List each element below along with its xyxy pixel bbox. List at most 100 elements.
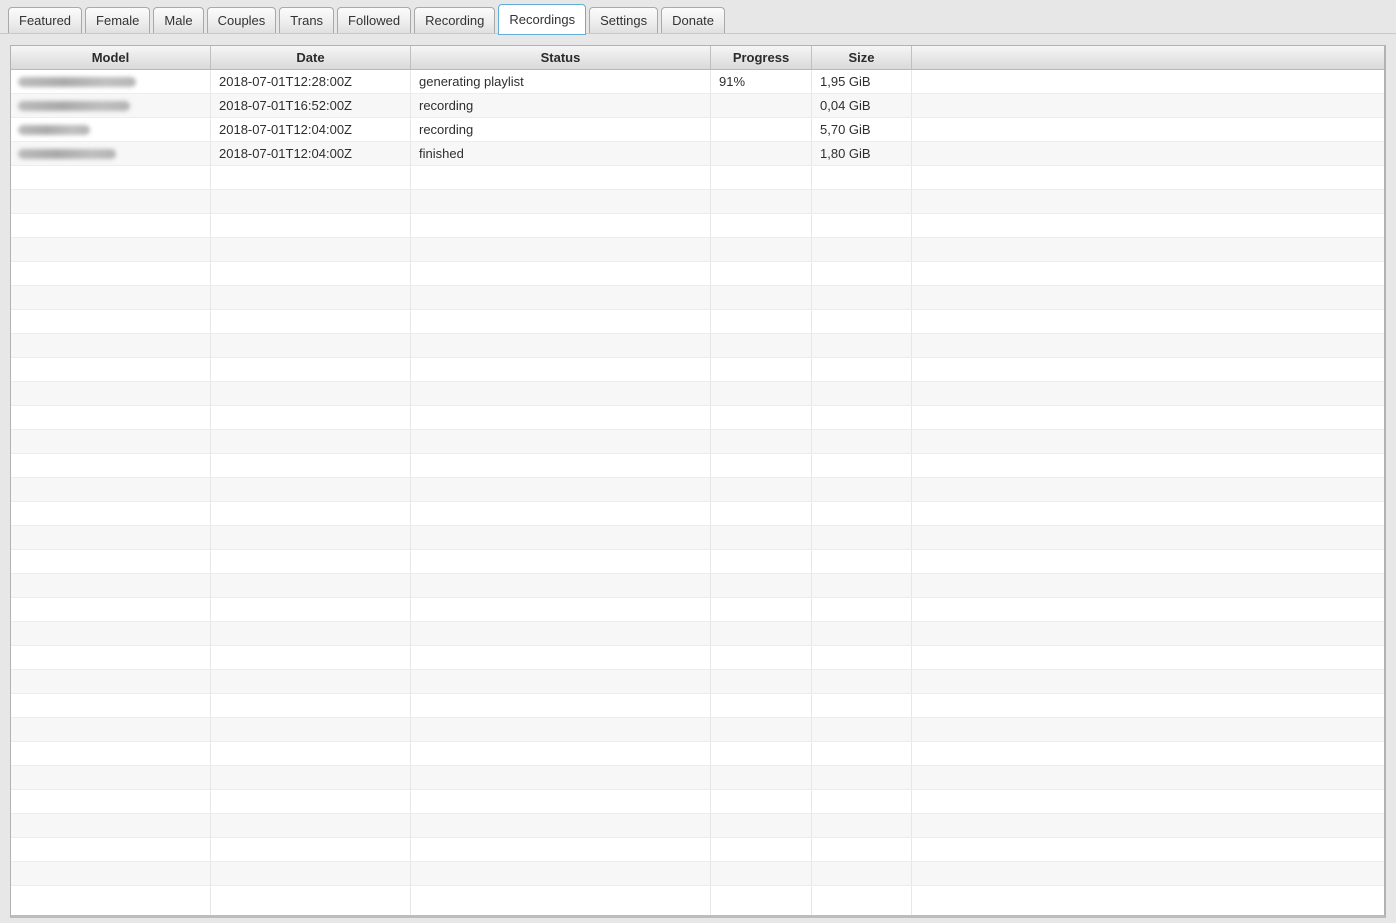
cell-status (411, 478, 711, 502)
empty-table-row (11, 814, 1384, 838)
cell-date (211, 382, 411, 406)
cell-status (411, 238, 711, 262)
cell-model (11, 670, 211, 694)
cell-date: 2018-07-01T16:52:00Z (211, 94, 411, 118)
cell-progress (711, 190, 812, 214)
cell-date (211, 190, 411, 214)
table-row[interactable]: 2018-07-01T12:04:00Z recording 5,70 GiB (11, 118, 1384, 142)
cell-model (11, 550, 211, 574)
tab-followed[interactable]: Followed (337, 7, 412, 33)
cell-progress (711, 622, 812, 646)
cell-extra (912, 430, 1384, 454)
cell-status (411, 670, 711, 694)
cell-status (411, 598, 711, 622)
cell-model (11, 142, 211, 166)
cell-size (812, 454, 912, 478)
column-header-model[interactable]: Model (11, 46, 211, 70)
cell-status (411, 430, 711, 454)
column-header-size[interactable]: Size (812, 46, 912, 70)
cell-progress (711, 838, 812, 862)
empty-table-row (11, 454, 1384, 478)
cell-model (11, 766, 211, 790)
cell-model (11, 694, 211, 718)
cell-status: generating playlist (411, 70, 711, 94)
column-header-date[interactable]: Date (211, 46, 411, 70)
tab-female[interactable]: Female (85, 7, 151, 33)
cell-extra (912, 886, 1384, 915)
cell-progress (711, 766, 812, 790)
cell-progress (711, 886, 812, 915)
cell-progress (711, 670, 812, 694)
tab-male[interactable]: Male (153, 7, 204, 33)
cell-progress (711, 262, 812, 286)
cell-status: recording (411, 94, 711, 118)
cell-date (211, 838, 411, 862)
cell-status (411, 262, 711, 286)
cell-progress (711, 214, 812, 238)
tab-recording[interactable]: Recording (414, 7, 496, 33)
cell-size (812, 334, 912, 358)
cell-date (211, 718, 411, 742)
cell-extra (912, 214, 1384, 238)
cell-size (812, 814, 912, 838)
cell-date (211, 478, 411, 502)
cell-size (812, 310, 912, 334)
cell-model (11, 574, 211, 598)
cell-date (211, 166, 411, 190)
empty-table-row (11, 502, 1384, 526)
empty-table-row (11, 166, 1384, 190)
cell-progress (711, 430, 812, 454)
cell-status (411, 526, 711, 550)
tab-couples[interactable]: Couples (206, 7, 277, 33)
column-header-progress[interactable]: Progress (711, 46, 812, 70)
cell-model (11, 814, 211, 838)
cell-date: 2018-07-01T12:28:00Z (211, 70, 411, 94)
tab-settings[interactable]: Settings (589, 7, 659, 33)
cell-model (11, 286, 211, 310)
cell-model (11, 454, 211, 478)
cell-extra (912, 94, 1384, 118)
table-row[interactable]: 2018-07-01T12:04:00Z finished 1,80 GiB (11, 142, 1384, 166)
tab-featured[interactable]: Featured (8, 7, 83, 33)
cell-progress (711, 238, 812, 262)
table-row[interactable]: 2018-07-01T12:28:00Z generating playlist 9… (11, 70, 1384, 94)
column-header-status[interactable]: Status (411, 46, 711, 70)
empty-table-row (11, 598, 1384, 622)
cell-progress (711, 118, 812, 142)
cell-date (211, 526, 411, 550)
tab-trans[interactable]: Trans (279, 7, 335, 33)
cell-date (211, 742, 411, 766)
cell-extra (912, 622, 1384, 646)
tab-donate[interactable]: Donate (661, 7, 726, 33)
cell-date (211, 334, 411, 358)
table-body: 2018-07-01T12:28:00Z generating playlist 9… (11, 70, 1384, 915)
cell-date (211, 550, 411, 574)
cell-model (11, 382, 211, 406)
cell-model (11, 886, 211, 915)
cell-status (411, 454, 711, 478)
table-row[interactable]: 2018-07-01T16:52:00Z recording 0,04 GiB (11, 94, 1384, 118)
empty-table-row (11, 550, 1384, 574)
cell-progress (711, 286, 812, 310)
empty-table-row (11, 430, 1384, 454)
cell-date (211, 286, 411, 310)
table-header-row: Model Date Status Progress Size (11, 46, 1384, 70)
cell-size: 1,95 GiB (812, 70, 912, 94)
empty-table-row (11, 790, 1384, 814)
cell-size (812, 790, 912, 814)
cell-status (411, 646, 711, 670)
cell-extra (912, 382, 1384, 406)
empty-table-row (11, 358, 1384, 382)
cell-progress (711, 358, 812, 382)
cell-status (411, 286, 711, 310)
cell-size (812, 766, 912, 790)
cell-status (411, 358, 711, 382)
cell-size (812, 358, 912, 382)
tab-recordings[interactable]: Recordings (498, 4, 587, 35)
cell-extra (912, 670, 1384, 694)
empty-table-row (11, 646, 1384, 670)
cell-progress (711, 790, 812, 814)
cell-model (11, 526, 211, 550)
cell-extra (912, 238, 1384, 262)
cell-size (812, 214, 912, 238)
